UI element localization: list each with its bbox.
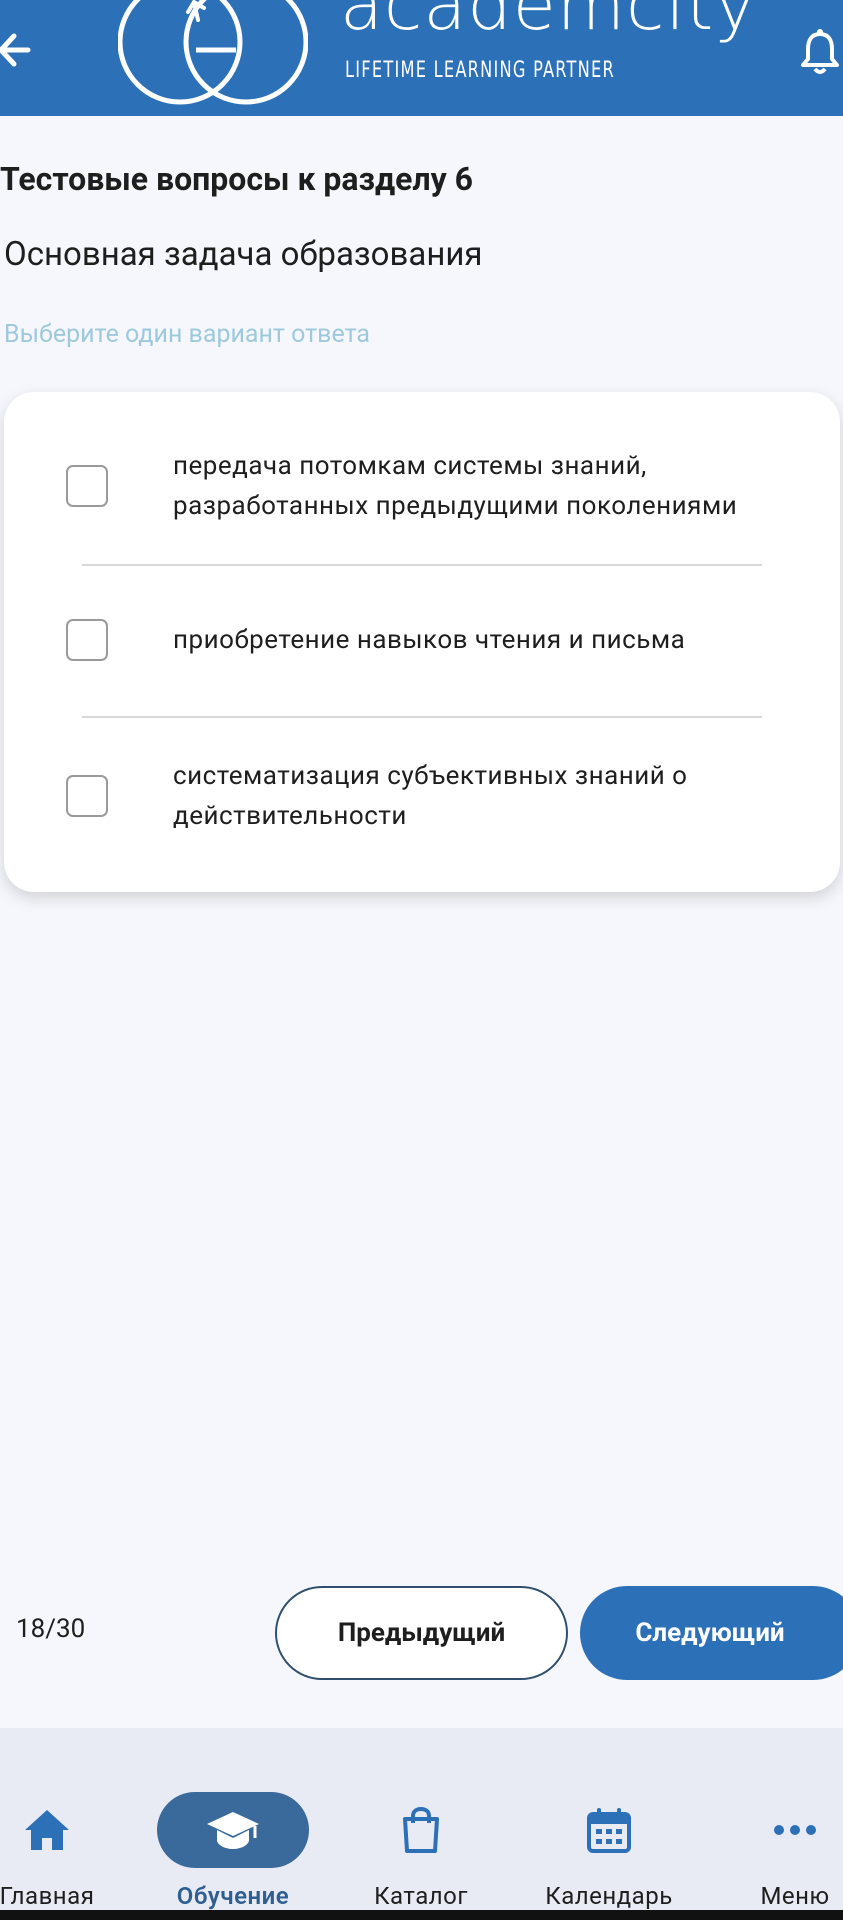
nav-item-calendar[interactable]: Календарь <box>533 1758 685 1910</box>
back-button[interactable] <box>0 22 40 78</box>
brand-name: academcity <box>340 0 757 46</box>
nav-icon-container <box>533 1792 685 1868</box>
option-label: передача потомкам системы знаний, разраб… <box>173 451 738 521</box>
question-text: Основная задача образования <box>4 235 483 274</box>
nav-item-catalog[interactable]: Каталог <box>345 1758 497 1910</box>
nav-label: Главная <box>0 1882 95 1910</box>
next-button[interactable]: Следующий <box>580 1586 843 1680</box>
brand-tagline: LIFETIME LEARNING PARTNER <box>345 58 615 83</box>
nav-item-learning[interactable]: Обучение <box>157 1758 309 1910</box>
divider <box>82 716 762 718</box>
question-counter: 18/30 <box>16 1614 86 1644</box>
bell-icon <box>801 29 839 74</box>
page-title: Тестовые вопросы к разделу 6 <box>0 160 474 198</box>
nav-item-home[interactable]: Главная <box>0 1758 123 1910</box>
home-icon <box>25 1810 69 1850</box>
answer-option[interactable]: систематизация субъективных знаний о дей… <box>4 756 840 836</box>
answer-hint: Выберите один вариант ответа <box>4 320 371 349</box>
nav-item-menu[interactable]: Меню <box>719 1758 843 1910</box>
arrow-left-icon <box>0 33 31 67</box>
answer-option[interactable]: передача потомкам системы знаний, разраб… <box>4 446 840 526</box>
option-label: систематизация субъективных знаний о дей… <box>173 761 688 831</box>
notifications-button[interactable] <box>800 28 840 76</box>
option-checkbox[interactable] <box>66 619 108 661</box>
academcity-logo-icon <box>118 0 308 105</box>
nav-label: Меню <box>760 1882 830 1910</box>
answer-option[interactable]: приобретение навыков чтения и письма <box>4 619 840 661</box>
option-checkbox[interactable] <box>66 775 108 817</box>
nav-icon-container <box>0 1792 123 1868</box>
more-dots-icon <box>774 1825 816 1835</box>
previous-button[interactable]: Предыдущий <box>275 1586 568 1680</box>
option-checkbox[interactable] <box>66 465 108 507</box>
app-header: academcity LIFETIME LEARNING PARTNER <box>0 0 843 116</box>
bottom-navigation: Главная Обучение Каталог Календарь Меню <box>0 1728 843 1910</box>
graduation-cap-icon <box>207 1812 259 1849</box>
answer-options-card: передача потомкам системы знаний, разраб… <box>4 392 840 892</box>
nav-icon-container <box>345 1792 497 1868</box>
nav-label: Каталог <box>374 1882 468 1910</box>
nav-label: Обучение <box>176 1882 290 1910</box>
nav-icon-container <box>719 1792 843 1868</box>
shopping-bag-icon <box>403 1807 439 1853</box>
nav-label: Календарь <box>545 1882 673 1910</box>
calendar-icon <box>587 1808 631 1853</box>
system-home-bar <box>0 1910 843 1920</box>
option-label: приобретение навыков чтения и письма <box>173 625 686 655</box>
divider <box>82 564 762 566</box>
nav-icon-container <box>157 1792 309 1868</box>
